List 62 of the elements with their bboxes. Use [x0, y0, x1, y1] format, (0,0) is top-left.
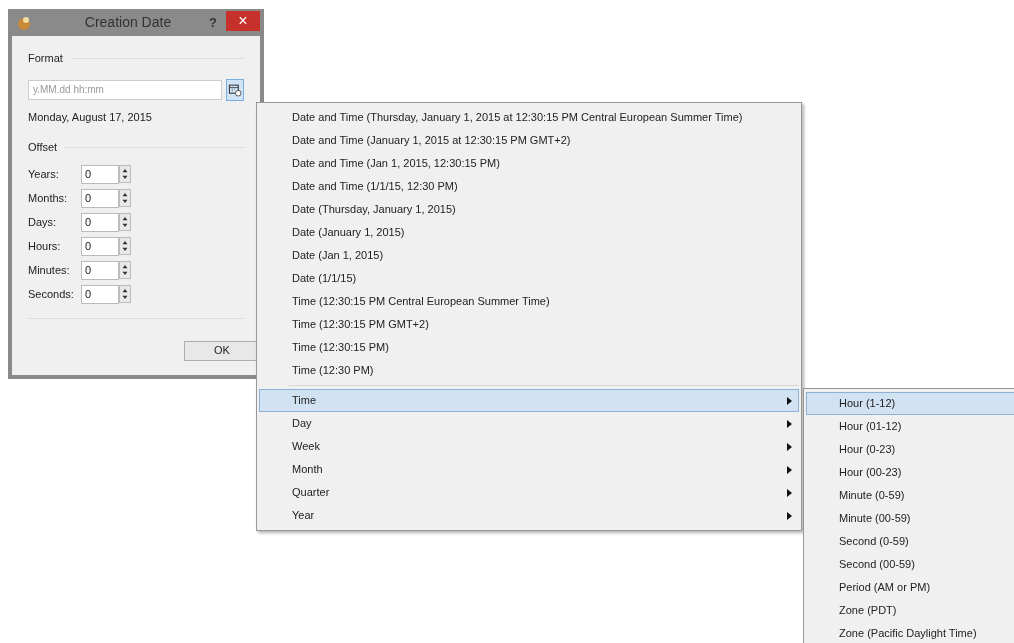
help-button[interactable]: ?	[204, 12, 222, 33]
offset-label: Minutes:	[28, 262, 71, 278]
menu-item[interactable]: Date (Jan 1, 2015)	[259, 244, 799, 267]
menu-item[interactable]: Second (0-59)	[806, 530, 1014, 553]
window-title: Creation Date	[83, 13, 173, 32]
app-icon	[16, 14, 32, 31]
menu-item[interactable]: Date and Time (January 1, 2015 at 12:30:15 PM GMT+2)	[259, 129, 799, 152]
menu-item[interactable]: Date (Thursday, January 1, 2015)	[259, 198, 799, 221]
offset-label: Hours:	[28, 238, 62, 254]
submenu-arrow-icon	[787, 511, 792, 520]
menu-item[interactable]: Month	[259, 458, 799, 481]
menu-item[interactable]: Quarter	[259, 481, 799, 504]
number-field[interactable]: 0	[81, 260, 119, 280]
menu-item[interactable]: Date (1/1/15)	[259, 267, 799, 290]
close-button[interactable]: ×	[226, 10, 260, 31]
menu-item[interactable]: Week	[259, 435, 799, 458]
number-field[interactable]: 0	[81, 236, 119, 256]
menu-item[interactable]: Year	[259, 504, 799, 527]
menu-item[interactable]: Time (12:30:15 PM GMT+2)	[259, 313, 799, 336]
menu-item[interactable]: Time (12:30:15 PM)	[259, 336, 799, 359]
spin-arrows-icon[interactable]	[119, 189, 131, 207]
number-field[interactable]: 0	[81, 212, 119, 232]
number-field[interactable]: 0	[81, 164, 119, 184]
submenu-arrow-icon	[787, 396, 792, 405]
offset-label: Days:	[28, 214, 58, 230]
menu-item[interactable]: Date and Time (1/1/15, 12:30 PM)	[259, 175, 799, 198]
format-field[interactable]: y.MM.dd hh:mm	[28, 79, 222, 100]
menu-item[interactable]: Hour (0-23)	[806, 438, 1014, 461]
spin-arrows-icon[interactable]	[119, 237, 131, 255]
menu-item[interactable]: Date (January 1, 2015)	[259, 221, 799, 244]
menu-item[interactable]: Zone (PDT)	[806, 599, 1014, 622]
spin-arrows-icon[interactable]	[119, 165, 131, 183]
spin-arrows-icon[interactable]	[119, 213, 131, 231]
menu-item[interactable]: Minute (00-59)	[806, 507, 1014, 530]
menu-item[interactable]: Time	[259, 389, 799, 412]
menu-item[interactable]: Time (12:30 PM)	[259, 359, 799, 382]
spin-arrows-icon[interactable]	[119, 261, 131, 279]
menu-item[interactable]: Hour (00-23)	[806, 461, 1014, 484]
date-preview: Monday, August 17, 2015	[28, 109, 153, 125]
number-field[interactable]: 0	[81, 188, 119, 208]
number-field[interactable]: 0	[81, 284, 119, 304]
submenu-arrow-icon	[787, 419, 792, 428]
offset-label: Seconds:	[28, 286, 75, 302]
menu-item[interactable]: Date and Time (Jan 1, 2015, 12:30:15 PM)	[259, 152, 799, 175]
offset-label: Years:	[28, 166, 60, 182]
spin-arrows-icon[interactable]	[119, 285, 131, 303]
menu-item[interactable]: Hour (01-12)	[806, 415, 1014, 438]
menu-item[interactable]: Zone (Pacific Daylight Time)	[806, 622, 1014, 643]
calendar-icon[interactable]	[225, 78, 244, 101]
menu-item[interactable]: Period (AM or PM)	[806, 576, 1014, 599]
group-label: Offset	[28, 140, 58, 155]
submenu-arrow-icon	[787, 488, 792, 497]
offset-label: Months:	[28, 190, 69, 206]
submenu-arrow-icon	[787, 465, 792, 474]
group-label: Format	[28, 51, 63, 66]
menu-item[interactable]: Date and Time (Thursday, January 1, 2015 at 12:30:15 PM Central European Summer Time)	[259, 106, 799, 129]
menu-item[interactable]: Second (00-59)	[806, 553, 1014, 576]
menu-item[interactable]: Time (12:30:15 PM Central European Summer Time)	[259, 290, 799, 313]
menu-item[interactable]: Day	[259, 412, 799, 435]
menu-item[interactable]: Hour (1-12)	[806, 392, 1014, 415]
menu-item[interactable]: Minute (0-59)	[806, 484, 1014, 507]
submenu-arrow-icon	[787, 442, 792, 451]
